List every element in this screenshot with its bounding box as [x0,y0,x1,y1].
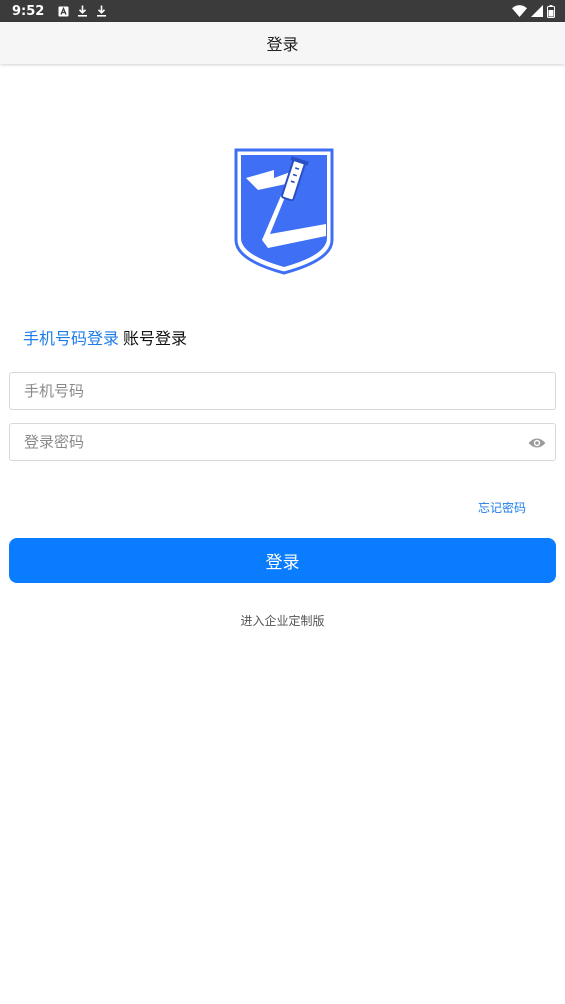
tab-phone-login[interactable]: 手机号码登录 [23,325,119,349]
a-box-icon [58,6,69,17]
status-time: 9:52 [12,3,45,19]
status-bar: 9:52 [0,0,565,22]
forgot-password-link[interactable]: 忘记密码 [478,499,526,516]
enterprise-edition-link[interactable]: 进入企业定制版 [0,612,565,629]
tab-account-login[interactable]: 账号登录 [123,325,187,349]
status-left: 9:52 [12,4,107,19]
phone-input[interactable] [10,373,555,409]
show-password-eye-icon[interactable] [527,433,547,453]
status-notification-icons [58,5,107,17]
password-input[interactable] [10,424,555,460]
phone-field-container [9,372,556,410]
login-mode-tabs: 手机号码登录 账号登录 [23,326,187,348]
battery-icon [547,4,555,18]
status-system-icons [512,4,555,18]
app-logo [234,148,334,276]
wifi-icon [512,5,527,17]
password-field-container [9,423,556,461]
page-title: 登录 [266,35,299,54]
login-button[interactable]: 登录 [9,538,556,583]
download-icon [96,5,107,17]
app-bar: 登录 [0,22,565,64]
signal-icon [531,5,543,17]
download-icon [77,5,88,17]
